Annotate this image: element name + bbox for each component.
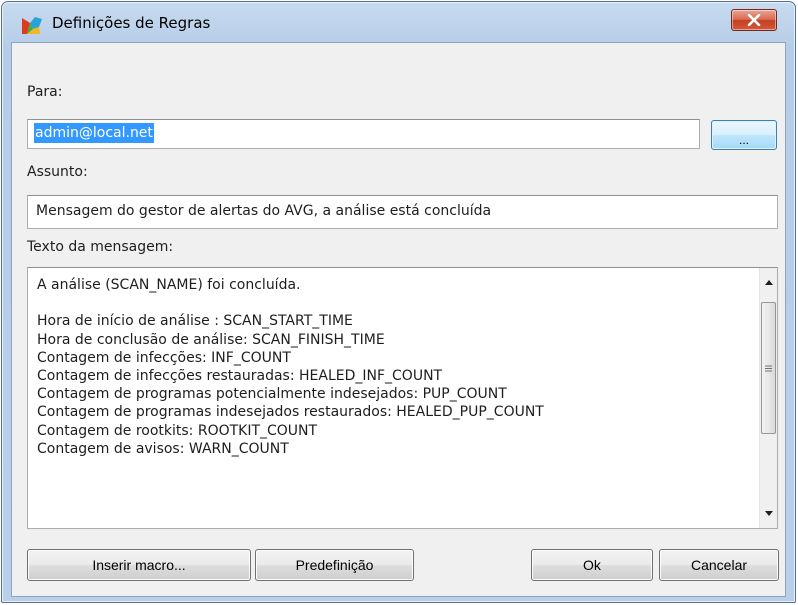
subject-input[interactable]: Mensagem do gestor de alertas do AVG, a …	[27, 195, 778, 229]
cancel-button[interactable]: Cancelar	[659, 549, 779, 581]
grip-icon	[765, 365, 772, 371]
close-x-icon	[747, 14, 761, 26]
message-label: Texto da mensagem:	[27, 239, 174, 255]
message-line: Hora de conclusão de análise: SCAN_FINIS…	[37, 331, 385, 348]
message-line: Contagem de rootkits: ROOTKIT_COUNT	[37, 422, 318, 439]
message-line: Contagem de avisos: WARN_COUNT	[37, 440, 289, 457]
insert-macro-label: Inserir macro...	[92, 557, 186, 573]
window-title: Definições de Regras	[52, 14, 211, 32]
ok-button[interactable]: Ok	[531, 549, 653, 581]
message-line: Contagem de infecções restauradas: HEALE…	[37, 368, 443, 384]
to-label: Para:	[27, 84, 63, 100]
scroll-up-icon	[764, 280, 773, 285]
default-button[interactable]: Predefinição	[255, 549, 414, 581]
avg-logo-icon	[22, 17, 42, 34]
message-textarea[interactable]: A análise (SCAN_NAME) foi concluída. Hora…	[27, 267, 778, 529]
message-line: A análise (SCAN_NAME) foi concluída.	[37, 277, 301, 293]
to-input-value: admin@local.net	[34, 123, 154, 143]
scroll-down-arrow[interactable]	[760, 505, 777, 522]
close-button[interactable]	[731, 9, 777, 31]
scroll-down-icon	[764, 511, 773, 516]
cancel-label: Cancelar	[690, 557, 748, 573]
vertical-scrollbar[interactable]	[759, 268, 777, 528]
default-label: Predefinição	[295, 557, 374, 573]
scroll-thumb[interactable]	[761, 302, 776, 434]
title-bar[interactable]: Definições de Regras	[2, 2, 795, 36]
ok-label: Ok	[583, 557, 601, 573]
dialog-window: Definições de Regras Para: admin@local.n…	[1, 1, 796, 603]
message-line: Contagem de programas potencialmente ind…	[37, 386, 507, 403]
scroll-up-arrow[interactable]	[760, 274, 777, 291]
subject-input-value: Mensagem do gestor de alertas do AVG, a …	[36, 203, 492, 219]
browse-button-label: ...	[738, 133, 749, 147]
message-line	[37, 294, 544, 312]
message-line: Contagem de programas indesejados restau…	[37, 404, 544, 421]
message-text: A análise (SCAN_NAME) foi concluída. Hora…	[37, 276, 544, 458]
subject-label: Assunto:	[27, 164, 88, 180]
insert-macro-button[interactable]: Inserir macro...	[27, 549, 251, 581]
browse-recipients-button[interactable]: ...	[711, 120, 777, 150]
dialog-content: Para: admin@local.net ... Assunto: Mensa…	[11, 42, 786, 597]
message-line: Contagem de infecções: INF_COUNT	[37, 349, 291, 366]
to-input[interactable]: admin@local.net	[27, 119, 700, 149]
message-line: Hora de início de análise : SCAN_START_T…	[37, 313, 353, 330]
